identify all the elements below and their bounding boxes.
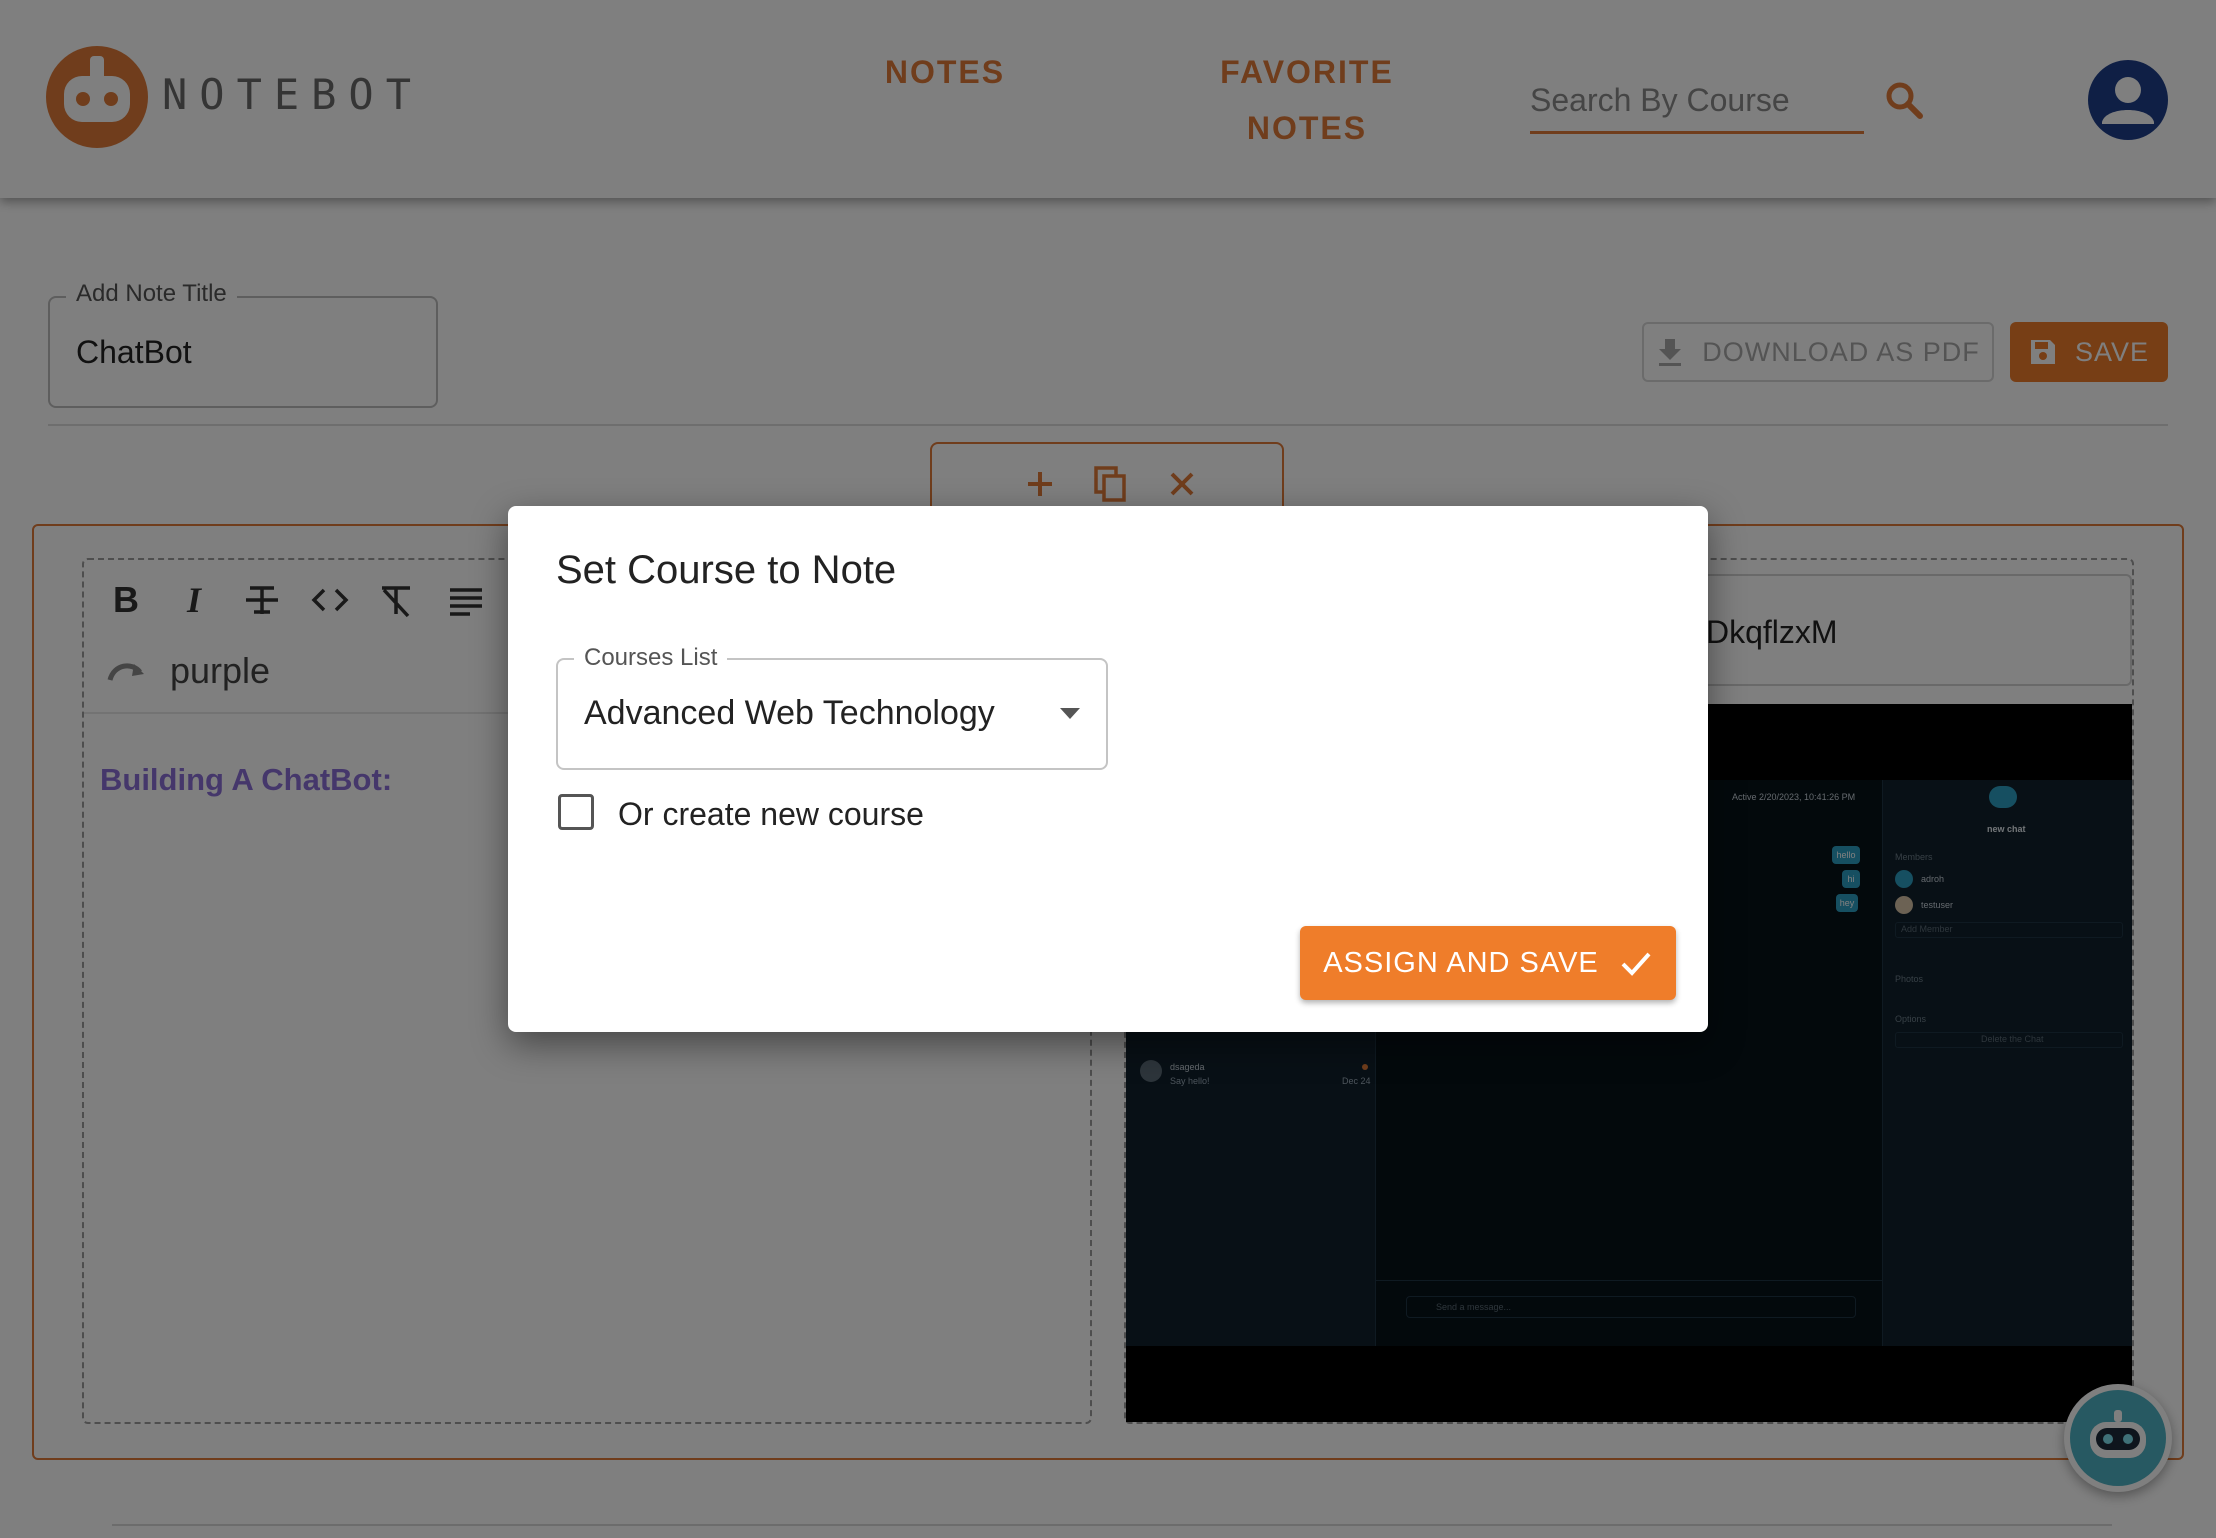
dialog-title: Set Course to Note: [556, 548, 897, 592]
check-icon: [1621, 952, 1651, 976]
create-course-checkbox[interactable]: [558, 794, 594, 830]
create-course-label[interactable]: Or create new course: [618, 796, 924, 833]
dropdown-arrow-icon[interactable]: [1060, 708, 1080, 719]
assign-and-save-label: ASSIGN AND SAVE: [1323, 946, 1599, 979]
assign-and-save-button[interactable]: ASSIGN AND SAVE: [1300, 926, 1676, 1000]
courses-select-label: Courses List: [574, 644, 728, 672]
selected-course[interactable]: Advanced Web Technology: [584, 694, 995, 733]
